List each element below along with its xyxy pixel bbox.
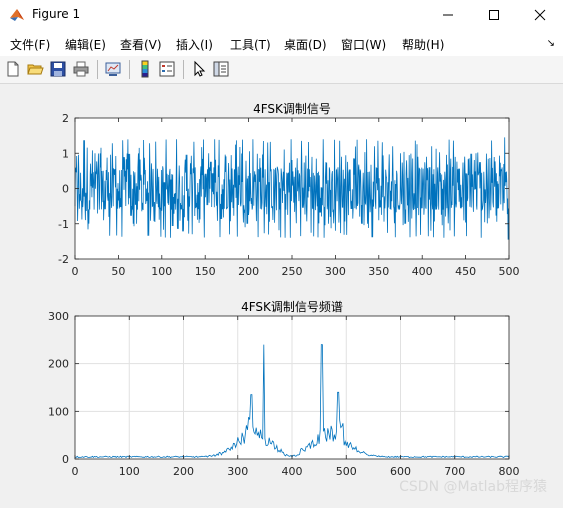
insert-legend-icon[interactable] — [158, 60, 176, 78]
property-inspector-icon[interactable] — [212, 60, 230, 78]
x-tick-label: 150 — [195, 265, 216, 278]
y-tick-label: 200 — [48, 358, 69, 371]
x-tick-label: 300 — [325, 265, 346, 278]
menu-edit[interactable]: 编辑(E) — [65, 36, 106, 53]
axes-2: 0 100 200 300 400 500 600 700 80001002003004FSK调… — [48, 300, 520, 478]
matlab-logo-icon — [10, 9, 24, 21]
open-file-icon[interactable] — [26, 60, 44, 78]
minimize-button[interactable] — [425, 0, 471, 30]
menu-view[interactable]: 查看(V) — [120, 36, 162, 53]
menu-window[interactable]: 窗口(W) — [341, 36, 386, 53]
close-button[interactable] — [517, 0, 563, 30]
y-tick-label: -1 — [58, 218, 69, 231]
toolbar-separator — [129, 60, 130, 79]
maximize-icon — [489, 10, 499, 20]
x-tick-label: 400 — [412, 265, 433, 278]
minimize-icon — [443, 14, 453, 16]
menu-help[interactable]: 帮助(H) — [402, 36, 444, 53]
figure-toolbar — [0, 56, 563, 84]
toolbar-separator — [97, 60, 98, 79]
y-tick-label: -2 — [58, 253, 69, 266]
figure-canvas[interactable]: 0 50 100 150 200 250 300 350 400 450 500 -2 -1 0 1 2 4FS… — [0, 84, 563, 504]
axes-1: 0 50 100 150 200 250 300 350 400 450 500 -2 -1 0 1 2 4FS… — [58, 102, 519, 278]
x-tick-label: 200 — [238, 265, 259, 278]
menu-desktop[interactable]: 桌面(D) — [284, 36, 327, 53]
y-tick-label: 100 — [48, 405, 69, 418]
x-tick-label: 0 — [72, 465, 79, 478]
plots-svg: 0 50 100 150 200 250 300 350 400 450 500 -2 -1 0 1 2 4FS… — [48, 102, 520, 478]
x-tick-label: 450 — [455, 265, 476, 278]
menu-insert[interactable]: 插入(I) — [176, 36, 213, 53]
x-tick-label: 50 — [111, 265, 125, 278]
maximize-button[interactable] — [471, 0, 517, 30]
x-tick-label: 500 — [499, 265, 520, 278]
y-tick-label: 0 — [62, 453, 69, 466]
axes-title: 4FSK调制信号 — [253, 102, 331, 116]
y-tick-label: 300 — [48, 310, 69, 323]
link-plot-icon[interactable] — [104, 60, 122, 78]
x-tick-label: 200 — [173, 465, 194, 478]
save-icon[interactable] — [49, 60, 67, 78]
x-tick-label: 400 — [282, 465, 303, 478]
window-title-bar[interactable]: Figure 1 — [0, 0, 563, 30]
dock-arrow-icon[interactable]: ↘ — [547, 38, 555, 49]
menu-bar: 文件(F) 编辑(E) 查看(V) 插入(I) 工具(T) 桌面(D) 窗口(W… — [0, 30, 563, 56]
x-tick-label: 300 — [227, 465, 248, 478]
x-tick-label: 100 — [151, 265, 172, 278]
x-tick-label: 350 — [368, 265, 389, 278]
print-icon[interactable] — [72, 60, 90, 78]
y-tick-label: 0 — [62, 183, 69, 196]
x-tick-label: 100 — [119, 465, 140, 478]
watermark: CSDN @Matlab程序猿 — [399, 479, 547, 495]
window-title: Figure 1 — [32, 7, 81, 21]
x-tick-label: 250 — [282, 265, 303, 278]
x-tick-label: 0 — [72, 265, 79, 278]
menu-file[interactable]: 文件(F) — [10, 36, 50, 53]
y-tick-label: 2 — [62, 112, 69, 125]
edit-plot-icon[interactable] — [190, 60, 208, 78]
close-icon — [534, 9, 546, 21]
menu-tools[interactable]: 工具(T) — [230, 36, 271, 53]
new-figure-icon[interactable] — [4, 60, 22, 78]
axes-title: 4FSK调制信号频谱 — [241, 300, 343, 314]
toolbar-separator — [183, 60, 184, 79]
x-tick-label: 500 — [336, 465, 357, 478]
insert-colorbar-icon[interactable] — [136, 60, 154, 78]
y-tick-label: 1 — [62, 147, 69, 160]
